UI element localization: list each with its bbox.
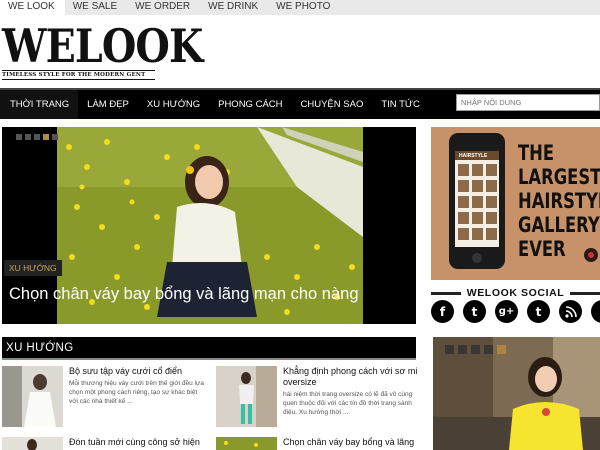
topbar-item-we-order[interactable]: WE ORDER	[127, 0, 200, 15]
post-thumbnail[interactable]	[216, 437, 277, 450]
nav-item-thoi-trang[interactable]: THỜI TRANG	[0, 90, 79, 119]
post-item[interactable]: Bộ sưu tập váy cưới cổ điển Mỗi thương h…	[2, 366, 208, 430]
post-thumbnail[interactable]	[216, 366, 277, 427]
social-title: WELOOK SOCIAL	[466, 287, 565, 299]
main-nav: THỜI TRANG LÀM ĐẸP XU HƯỚNG PHONG CÁCH C…	[0, 88, 600, 119]
ad-line-2: LARGEST	[518, 165, 600, 189]
topbar-item-we-photo[interactable]: WE PHOTO	[268, 0, 340, 15]
side-pager-dot[interactable]	[445, 345, 454, 354]
nav-item-phong-cach[interactable]: PHONG CÁCH	[209, 90, 291, 119]
section-header-xu-huong: XU HƯỚNG	[2, 337, 416, 360]
logo-wordmark: WELOOK	[2, 19, 203, 73]
post-title[interactable]: Đón tuần mới cùng công sở hiện	[69, 437, 204, 448]
share-icon[interactable]	[591, 300, 600, 323]
post-excerpt: hái niệm thời trang oversize có lẽ đã vô…	[283, 391, 413, 416]
google-plus-icon[interactable]: g+	[495, 300, 518, 323]
social-rule-left	[431, 291, 461, 295]
section-title[interactable]: XU HƯỚNG	[2, 342, 74, 354]
nav-item-lam-dep[interactable]: LÀM ĐẸP	[78, 90, 138, 119]
nav-item-xu-huong[interactable]: XU HƯỚNG	[138, 90, 209, 119]
hero-pager-dot[interactable]	[52, 134, 58, 140]
side-pager-dot[interactable]	[484, 345, 493, 354]
hero-pager-dot[interactable]	[34, 134, 40, 140]
ad-line-5: EVER	[518, 237, 566, 261]
hero-pager	[16, 134, 58, 140]
social-icons: f t g+ t	[431, 300, 600, 323]
side-pager	[445, 345, 506, 354]
hero-category-tag[interactable]: XU HƯỚNG	[4, 260, 62, 276]
side-pager-dot-active[interactable]	[497, 345, 506, 354]
ad-line-1: THE	[518, 141, 555, 165]
ad-headline: THE LARGEST HAIRSTYLE GALLERY EVER	[518, 141, 600, 261]
search-input[interactable]	[456, 94, 600, 111]
rss-icon[interactable]	[559, 300, 582, 323]
top-bar: WE LOOK WE SALE WE ORDER WE DRINK WE PHO…	[0, 0, 600, 15]
side-pager-dot[interactable]	[458, 345, 467, 354]
topbar-item-we-drink[interactable]: WE DRINK	[200, 0, 268, 15]
tumblr-icon[interactable]: t	[527, 300, 550, 323]
facebook-icon[interactable]: f	[431, 300, 454, 323]
hero-pager-dot[interactable]	[16, 134, 22, 140]
ad-line-4: GALLERY	[518, 213, 600, 237]
phone-screen-header: HAIRSTYLE	[459, 153, 488, 159]
nav-item-chuyen-sao[interactable]: CHUYỆN SAO	[292, 90, 373, 119]
post-title[interactable]: Khẳng định phong cách với sơ mi oversize	[283, 366, 418, 388]
site-logo[interactable]: WELOOK TIMELESS STYLE FOR THE MODERN GEN…	[2, 19, 203, 82]
post-item[interactable]: Khẳng định phong cách với sơ mi oversize…	[216, 366, 418, 430]
hero-pager-dot-active[interactable]	[43, 134, 49, 140]
social-rule-right	[570, 291, 600, 295]
side-photo-slider[interactable]	[433, 337, 600, 450]
hero-pager-dot[interactable]	[25, 134, 31, 140]
hero-slider[interactable]: XU HƯỚNG Chọn chân váy bay bổng và lãng …	[2, 127, 416, 324]
hairstyle-gallery-ad[interactable]: HAIRSTYLE THE LARGEST HAIRSTYLE GALLERY …	[431, 127, 600, 280]
post-item[interactable]: Đón tuần mới cùng công sở hiện	[2, 437, 208, 450]
social-header: WELOOK SOCIAL	[431, 287, 600, 299]
side-pager-dot[interactable]	[471, 345, 480, 354]
ad-line-3: HAIRSTYLE	[518, 189, 600, 213]
topbar-item-we-sale[interactable]: WE SALE	[65, 0, 127, 15]
post-thumbnail[interactable]	[2, 437, 63, 450]
post-item[interactable]: Chọn chân váy bay bổng và lãng	[216, 437, 416, 450]
topbar-item-we-look[interactable]: WE LOOK	[0, 0, 65, 15]
twitter-icon[interactable]: t	[463, 300, 486, 323]
post-title[interactable]: Bộ sưu tập váy cưới cổ điển	[69, 366, 204, 377]
post-title[interactable]: Chọn chân váy bay bổng và lãng	[283, 437, 418, 448]
post-excerpt: Mỗi thương hiệu váy cưới trên thế giới đ…	[69, 380, 204, 405]
hero-title[interactable]: Chọn chân váy bay bổng và lãng mạn cho n…	[9, 285, 359, 304]
post-thumbnail[interactable]	[2, 366, 63, 427]
nav-item-tin-tuc[interactable]: TIN TỨC	[372, 90, 429, 119]
